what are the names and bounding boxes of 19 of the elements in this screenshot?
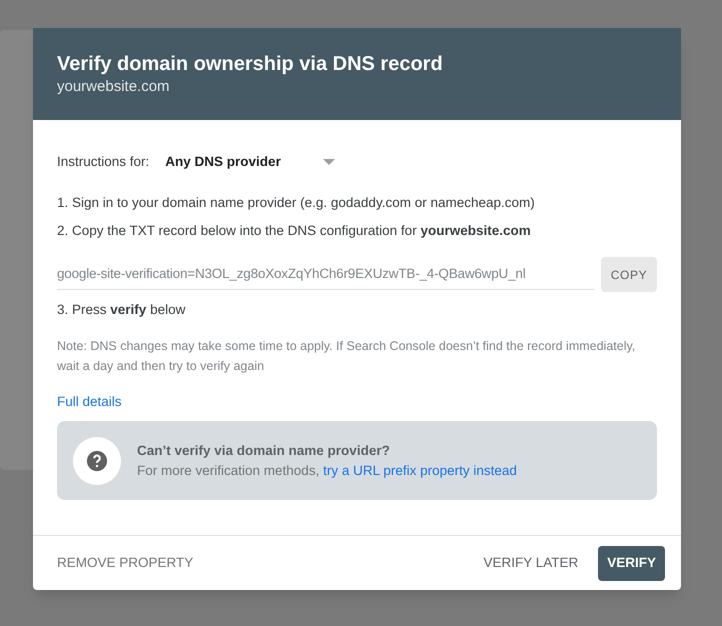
dialog-title: Verify domain ownership via DNS record [57, 52, 443, 77]
help-title: Can’t verify via domain name provider? [137, 442, 391, 460]
instruction-step: 1. Sign in to your domain name provider (e.g. godaddy.com or namecheap.com) [57, 193, 535, 213]
help-icon [73, 436, 121, 484]
caret-icon [323, 159, 336, 165]
verify-button[interactable]: VERIFY [598, 546, 665, 580]
txt-record-field[interactable]: google-site-verification=N3OL_zg8oXoxZqYhCh6r9EXUzwTB-_4-QBaw6wpU_nl [57, 257, 594, 290]
provider-dropdown[interactable]: Any DNS provider [165, 152, 336, 172]
verify-later-button[interactable]: VERIFY LATER [479, 546, 582, 580]
instructions-label: Instructions for: [57, 152, 150, 171]
copy-button[interactable]: COPY [601, 257, 657, 292]
dialog-subtitle: yourwebsite.com [57, 77, 170, 97]
full-details-link[interactable]: Full details [57, 392, 122, 412]
url-prefix-link[interactable]: try a URL prefix property instead [323, 462, 517, 478]
instruction-step: 2. Copy the TXT record below into the DNS configuration for yourwebsite.com [57, 221, 535, 241]
remove-property-button[interactable]: REMOVE PROPERTY [57, 552, 194, 574]
note-text: Note: DNS changes may take some time to apply. If Search Console doesn’t find the record immediately, wait a day and then try to verify again [57, 338, 636, 375]
help-text: For more verification methods, try a URL prefix property instead [137, 462, 517, 480]
instruction-step: 3. Press verify below [57, 300, 186, 320]
